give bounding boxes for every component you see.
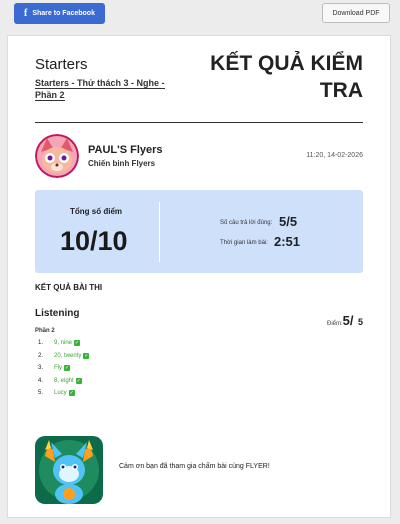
points-max: 5 <box>357 317 363 327</box>
correct-answers-label: Số câu trả lời đúng: <box>220 220 273 226</box>
answer-list: 1. 9, nine ✓ 2. 20, twenty ✓ 3. Fly ✓ 4. 8, eig… <box>38 337 90 400</box>
answer-text: 8, eight <box>54 377 74 384</box>
result-card: Starters Starters - Thử thách 3 - Nghe -… <box>7 35 391 518</box>
course-subtitle-link[interactable]: Starters - Thử thách 3 - Nghe - Phần 2 <box>35 77 175 101</box>
top-toolbar: f Share to Facebook Download PDF <box>0 0 400 30</box>
score-divider <box>159 202 160 262</box>
points-separator: / <box>349 313 354 328</box>
check-icon: ✓ <box>74 340 81 347</box>
answer-number: 1. <box>38 340 44 347</box>
facebook-icon: f <box>24 8 28 19</box>
share-facebook-label: Share to Facebook <box>32 10 95 17</box>
answer-number: 3. <box>38 365 44 372</box>
thanks-message: Cảm ơn bạn đã tham gia chấm bài cùng FLY… <box>119 463 270 470</box>
avatar <box>35 134 79 178</box>
list-item: 4. 8, eight ✓ <box>38 375 89 388</box>
download-pdf-button[interactable]: Download PDF <box>322 3 390 23</box>
list-item: 1. 9, nine ✓ <box>38 337 89 350</box>
answer-text: 9, nine <box>54 340 73 347</box>
score-summary: Tổng số điểm 10/10 Số câu trả lời đúng: … <box>35 190 363 273</box>
check-icon: ✓ <box>75 377 82 384</box>
divider <box>35 122 363 123</box>
listening-title: Listening <box>35 308 80 319</box>
answer-text: Fly <box>54 365 62 372</box>
answer-text: Lucy <box>54 390 67 397</box>
time-taken-value: 2:51 <box>274 234 301 249</box>
total-score-label: Tổng số điểm <box>70 207 122 216</box>
list-item: 3. Fly ✓ <box>38 362 89 375</box>
listening-points: Điểm:5/ 5 <box>313 312 363 330</box>
list-item: 5. Lucy ✓ <box>38 387 89 400</box>
course-title: Starters <box>35 56 88 73</box>
course-subtitle: Starters - Thử thách 3 - Nghe - Phần 2 <box>35 78 165 101</box>
share-facebook-button[interactable]: f Share to Facebook <box>14 3 105 24</box>
list-item: 2. 20, twenty ✓ <box>38 350 90 363</box>
check-icon: ✓ <box>83 352 90 359</box>
correct-answers-value: 5/5 <box>279 214 298 229</box>
mascot-logo <box>35 436 103 504</box>
user-role: Chiến binh Flyers <box>88 159 156 168</box>
answer-number: 5. <box>38 390 44 397</box>
check-icon: ✓ <box>68 390 75 397</box>
total-score-value: 10/10 <box>60 226 128 256</box>
check-icon: ✓ <box>64 365 70 372</box>
result-title: KẾT QUẢ KIỂM TRA <box>210 52 363 102</box>
timestamp: 11:20, 14-02-2026 <box>306 152 363 159</box>
points-label: Điểm: <box>327 321 343 327</box>
results-section-title: KẾT QUẢ BÀI THI <box>35 283 103 292</box>
answer-number: 2. <box>38 352 44 359</box>
time-taken-label: Thời gian làm bài: <box>220 240 268 246</box>
user-name: PAUL'S Flyers <box>88 144 163 156</box>
part-label: Phần 2 <box>35 328 55 334</box>
answer-text: 20, twenty <box>54 352 82 359</box>
points-value: 5 <box>342 313 350 328</box>
answer-number: 4. <box>38 377 44 384</box>
